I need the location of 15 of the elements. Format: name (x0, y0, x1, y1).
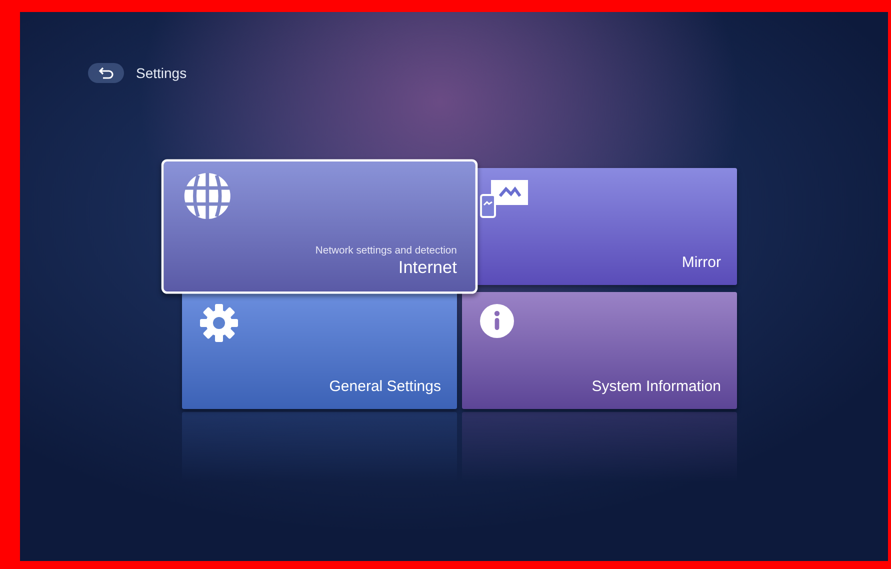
tile-title: General Settings (329, 378, 441, 395)
screen-mirror-icon (480, 180, 528, 218)
globe-icon (182, 170, 233, 222)
back-button[interactable] (88, 63, 124, 83)
tile-title: Mirror (682, 254, 721, 271)
info-icon (480, 304, 514, 338)
tile-title: Internet (398, 258, 457, 278)
menu-tile[interactable]: Network settings and detection Internet (161, 159, 478, 294)
page-title: Settings (136, 65, 187, 81)
gear-icon (200, 304, 238, 342)
tile-subtitle: Network settings and detection (315, 244, 457, 256)
menu-tile[interactable]: General Settings (182, 292, 457, 409)
tile-title: System Information (592, 378, 721, 395)
menu-tile[interactable]: System Information (462, 292, 737, 409)
back-arrow-icon (98, 67, 114, 79)
